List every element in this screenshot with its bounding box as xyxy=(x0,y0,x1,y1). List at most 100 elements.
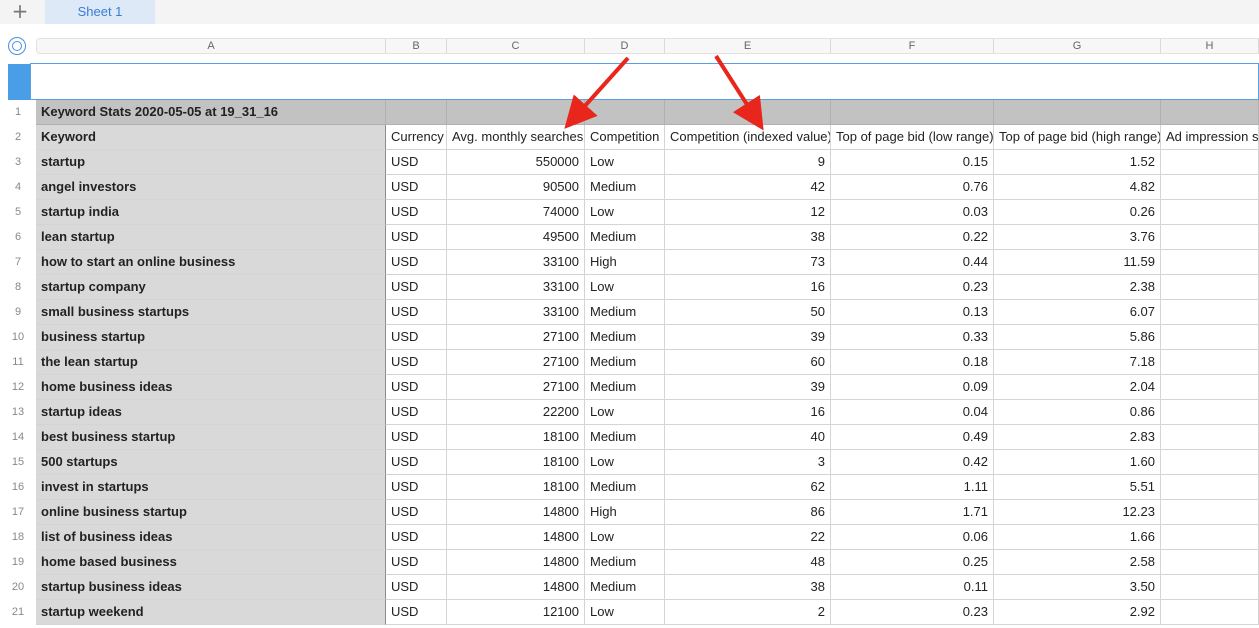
sheet-title-cell[interactable]: Keyword Stats 2020-05-05 at 19_31_16 xyxy=(36,100,386,125)
keyword-cell[interactable]: angel investors xyxy=(36,175,386,200)
data-cell[interactable]: USD xyxy=(386,450,447,475)
data-cell[interactable]: USD xyxy=(386,200,447,225)
column-header-b[interactable]: B xyxy=(386,38,447,54)
data-cell[interactable]: 0.44 xyxy=(831,250,994,275)
data-cell[interactable]: 0.18 xyxy=(831,350,994,375)
data-cell[interactable]: 12 xyxy=(665,200,831,225)
data-cell[interactable]: Low xyxy=(585,600,665,625)
data-cell[interactable]: 7.18 xyxy=(994,350,1161,375)
data-cell[interactable]: 4.82 xyxy=(994,175,1161,200)
row-number[interactable]: 10 xyxy=(0,325,36,350)
row-number[interactable]: 9 xyxy=(0,300,36,325)
data-cell[interactable]: 38 xyxy=(665,225,831,250)
data-cell[interactable]: 0.26 xyxy=(994,200,1161,225)
data-cell[interactable]: USD xyxy=(386,400,447,425)
data-cell[interactable]: USD xyxy=(386,350,447,375)
data-cell[interactable]: 0.13 xyxy=(831,300,994,325)
tab-sheet-1[interactable]: Sheet 1 xyxy=(45,0,155,24)
data-cell[interactable]: 14800 xyxy=(447,525,585,550)
title-row-cell[interactable] xyxy=(994,100,1161,125)
keyword-cell[interactable]: lean startup xyxy=(36,225,386,250)
data-cell[interactable]: 1.52 xyxy=(994,150,1161,175)
data-cell[interactable]: 3.76 xyxy=(994,225,1161,250)
data-cell[interactable]: 2 xyxy=(665,600,831,625)
data-cell[interactable]: 62 xyxy=(665,475,831,500)
data-cell[interactable]: 33100 xyxy=(447,275,585,300)
data-cell[interactable] xyxy=(1161,425,1259,450)
data-cell[interactable]: 1.71 xyxy=(831,500,994,525)
data-cell[interactable]: Low xyxy=(585,525,665,550)
data-cell[interactable]: USD xyxy=(386,425,447,450)
column-header-c[interactable]: C xyxy=(447,38,585,54)
plus-icon[interactable]: + xyxy=(8,1,32,23)
data-cell[interactable]: 39 xyxy=(665,325,831,350)
data-cell[interactable]: 74000 xyxy=(447,200,585,225)
data-cell[interactable]: 73 xyxy=(665,250,831,275)
data-cell[interactable]: USD xyxy=(386,250,447,275)
data-cell[interactable] xyxy=(1161,600,1259,625)
data-cell[interactable]: USD xyxy=(386,300,447,325)
data-cell[interactable]: 48 xyxy=(665,550,831,575)
column-header-h[interactable]: H xyxy=(1161,38,1259,54)
data-cell[interactable] xyxy=(1161,275,1259,300)
data-cell[interactable] xyxy=(1161,375,1259,400)
row-number[interactable]: 11 xyxy=(0,350,36,375)
data-cell[interactable] xyxy=(1161,450,1259,475)
data-cell[interactable] xyxy=(1161,175,1259,200)
row-number[interactable]: 8 xyxy=(0,275,36,300)
data-cell[interactable]: 86 xyxy=(665,500,831,525)
title-row-cell[interactable] xyxy=(1161,100,1259,125)
data-cell[interactable]: 0.04 xyxy=(831,400,994,425)
data-cell[interactable]: 33100 xyxy=(447,300,585,325)
data-cell[interactable]: 5.86 xyxy=(994,325,1161,350)
data-cell[interactable]: 0.76 xyxy=(831,175,994,200)
data-cell[interactable]: 0.06 xyxy=(831,525,994,550)
column-title-cell[interactable]: Currency xyxy=(386,125,447,150)
data-cell[interactable]: 0.15 xyxy=(831,150,994,175)
data-cell[interactable]: USD xyxy=(386,175,447,200)
data-cell[interactable]: 2.83 xyxy=(994,425,1161,450)
data-cell[interactable]: 14800 xyxy=(447,550,585,575)
data-cell[interactable] xyxy=(1161,325,1259,350)
keyword-cell[interactable]: startup company xyxy=(36,275,386,300)
keyword-cell[interactable]: home based business xyxy=(36,550,386,575)
data-cell[interactable] xyxy=(1161,300,1259,325)
data-cell[interactable]: 2.38 xyxy=(994,275,1161,300)
data-cell[interactable] xyxy=(1161,500,1259,525)
data-cell[interactable]: 0.86 xyxy=(994,400,1161,425)
data-cell[interactable]: 50 xyxy=(665,300,831,325)
header-row-handle[interactable] xyxy=(8,64,30,100)
row-number[interactable]: 21 xyxy=(0,600,36,625)
data-cell[interactable]: Medium xyxy=(585,375,665,400)
row-number[interactable]: 7 xyxy=(0,250,36,275)
data-cell[interactable]: USD xyxy=(386,375,447,400)
data-cell[interactable]: 0.25 xyxy=(831,550,994,575)
row-number[interactable]: 12 xyxy=(0,375,36,400)
data-cell[interactable]: Medium xyxy=(585,175,665,200)
data-cell[interactable]: 0.33 xyxy=(831,325,994,350)
data-cell[interactable]: 1.11 xyxy=(831,475,994,500)
data-cell[interactable]: 2.04 xyxy=(994,375,1161,400)
data-cell[interactable]: 0.09 xyxy=(831,375,994,400)
data-cell[interactable]: 3 xyxy=(665,450,831,475)
keyword-cell[interactable]: the lean startup xyxy=(36,350,386,375)
data-cell[interactable]: 42 xyxy=(665,175,831,200)
column-title-cell[interactable]: Ad impression sh xyxy=(1161,125,1259,150)
column-title-cell[interactable]: Top of page bid (low range) xyxy=(831,125,994,150)
data-cell[interactable]: Medium xyxy=(585,225,665,250)
data-cell[interactable]: USD xyxy=(386,275,447,300)
data-cell[interactable]: High xyxy=(585,250,665,275)
data-cell[interactable]: 1.60 xyxy=(994,450,1161,475)
data-cell[interactable]: 14800 xyxy=(447,575,585,600)
data-cell[interactable] xyxy=(1161,525,1259,550)
data-cell[interactable]: Medium xyxy=(585,300,665,325)
data-cell[interactable]: 0.11 xyxy=(831,575,994,600)
data-cell[interactable] xyxy=(1161,250,1259,275)
row-number[interactable]: 3 xyxy=(0,150,36,175)
data-cell[interactable]: 18100 xyxy=(447,425,585,450)
row-number[interactable]: 14 xyxy=(0,425,36,450)
keyword-cell[interactable]: best business startup xyxy=(36,425,386,450)
row-number[interactable]: 18 xyxy=(0,525,36,550)
data-cell[interactable]: Medium xyxy=(585,550,665,575)
data-cell[interactable]: High xyxy=(585,500,665,525)
